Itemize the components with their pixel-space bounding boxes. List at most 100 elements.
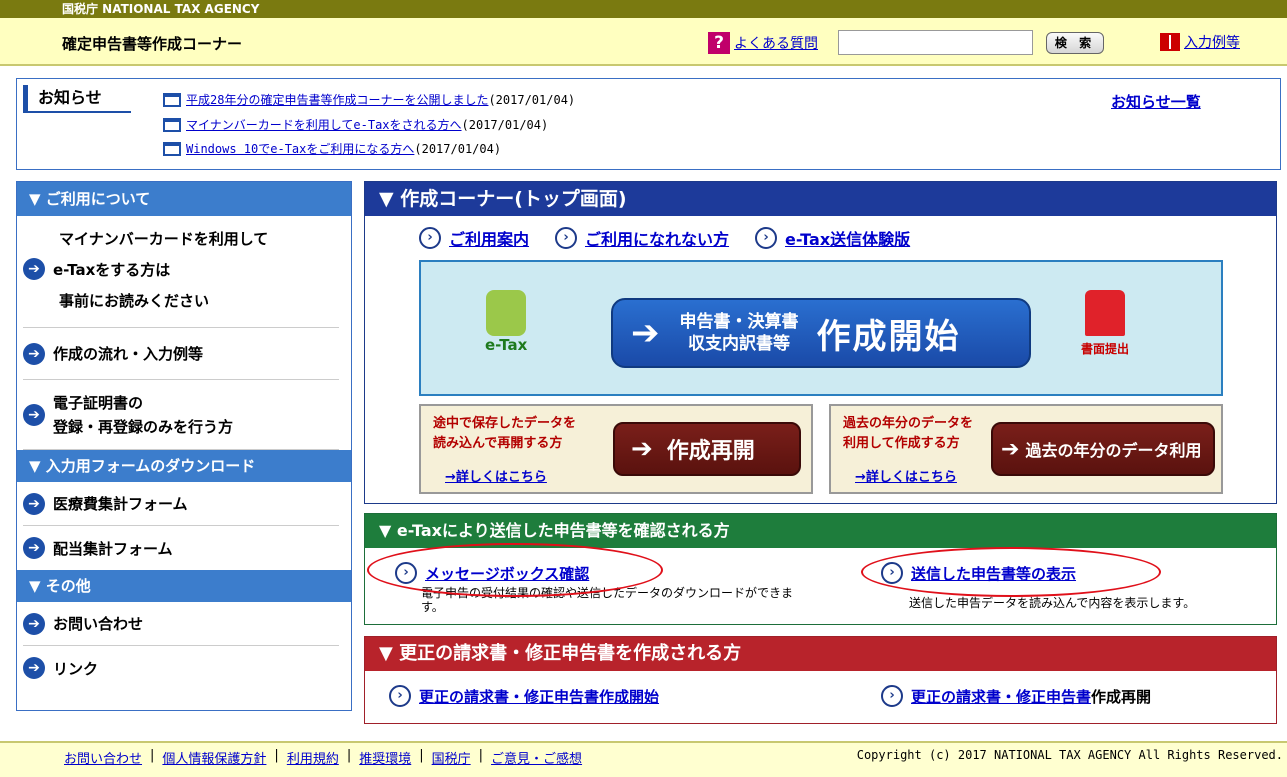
footer-link-environment[interactable]: 推奨環境 (359, 748, 411, 767)
notice-item[interactable]: Windows 10でe-Taxをご利用になる方へ (2017/01/04) (163, 140, 501, 157)
past-more-link[interactable]: →詳しくはこちら (855, 466, 957, 485)
correction-resume-tail: 作成再開 (1091, 687, 1152, 706)
correction-section: ▼ 更正の請求書・修正申告書を作成される方 › 更正の請求書・修正申告書作成開始… (364, 636, 1277, 724)
sidebar-item-contact[interactable]: ➔ お問い合わせ (23, 602, 339, 646)
main-links: › ご利用案内 › ご利用になれない方 › e-Tax送信体験版 (419, 226, 910, 250)
mynumber-line1: マイナンバーカードを利用して (59, 230, 269, 248)
etax-logo: e-Tax (485, 290, 527, 354)
chevron-right-icon: › (389, 685, 411, 707)
cannot-use-link[interactable]: › ご利用になれない方 (555, 226, 729, 250)
resume-button[interactable]: ➔ 作成再開 (613, 422, 801, 476)
resume-label: 作成再開 (666, 439, 755, 464)
chevron-right-icon: › (419, 227, 441, 249)
sidebar-item-label: 医療費集計フォーム (53, 495, 188, 513)
sidebar-item-label: 作成の流れ・入力例等 (53, 345, 204, 363)
sidebar-item-dividend[interactable]: ➔ 配当集計フォーム (23, 526, 339, 570)
resume-desc-line2: 読み込んで再開する方 (433, 436, 563, 451)
faq-link[interactable]: ? よくある質問 (708, 32, 818, 54)
footer-link-privacy[interactable]: 個人情報保護方針 (162, 748, 266, 767)
past-year-button[interactable]: ➔ 過去の年分のデータ利用 (991, 422, 1215, 476)
main-panel: ▼ 作成コーナー(トップ画面) › ご利用案内 › ご利用になれない方 › e-… (364, 181, 1277, 504)
arrow-right-icon: ➔ (23, 342, 45, 365)
trial-link[interactable]: › e-Tax送信体験版 (755, 226, 910, 250)
arrow-right-icon: ➔ (23, 612, 45, 635)
notice-date: (2017/01/04) (414, 141, 502, 156)
cert-line2: 登録・再登録のみを行う方 (53, 417, 234, 436)
book-icon (1160, 33, 1180, 51)
etax-mascot-icon (486, 290, 527, 336)
highlight-oval (861, 547, 1161, 597)
arrow-right-icon: ➔ (631, 434, 653, 464)
search-input[interactable] (838, 30, 1033, 55)
arrow-right-icon: ➔ (23, 537, 45, 559)
sidebar-item-link[interactable]: ➔ リンク (23, 646, 339, 690)
mynumber-line3: 事前にお読みください (59, 292, 210, 310)
mailbox-icon (1085, 290, 1125, 336)
arrow-right-icon: ➔ (1001, 436, 1020, 462)
sidebar-item-medical[interactable]: ➔ 医療費集計フォーム (23, 482, 339, 526)
guide-label[interactable]: ご利用案内 (449, 226, 529, 250)
sidebar-item-flow[interactable]: ➔ 作成の流れ・入力例等 (23, 328, 339, 380)
guide-link[interactable]: › ご利用案内 (419, 226, 529, 250)
document-icon (163, 141, 181, 156)
page-title: 確定申告書等作成コーナー (62, 35, 243, 53)
footer-link-nta[interactable]: 国税庁 (432, 748, 471, 767)
footer-links: お問い合わせ | 個人情報保護方針 | 利用規約 | 推奨環境 | 国税庁 | ご意見・ご… (64, 748, 583, 767)
confirm-section: ▼ e-Taxにより送信した申告書等を確認される方 › メッセージボックス確認 … (364, 513, 1277, 625)
notice-date: (2017/01/04) (461, 117, 549, 132)
agency-bar: 国税庁 NATIONAL TAX AGENCY (0, 0, 1287, 18)
notice-item[interactable]: 平成28年分の確定申告書等作成コーナーを公開しました (2017/01/04) (163, 91, 575, 108)
copyright: Copyright (c) 2017 NATIONAL TAX AGENCY A… (856, 748, 1283, 762)
sidebar-item-label: 配当集計フォーム (53, 539, 173, 558)
question-icon: ? (708, 32, 730, 54)
resume-more-link[interactable]: →詳しくはこちら (445, 466, 547, 485)
notice-link[interactable]: マイナンバーカードを利用してe-Taxをされる方へ (186, 116, 462, 133)
examples-link[interactable]: 入力例等 (1160, 32, 1240, 52)
notice-link[interactable]: 平成28年分の確定申告書等作成コーナーを公開しました (186, 91, 488, 108)
notice-link[interactable]: Windows 10でe-Taxをご利用になる方へ (186, 140, 414, 157)
examples-label[interactable]: 入力例等 (1184, 32, 1240, 52)
mynumber-line2: e-Taxをする方は (53, 260, 171, 279)
faq-label[interactable]: よくある質問 (734, 33, 818, 53)
footer-link-contact[interactable]: お問い合わせ (64, 748, 142, 767)
correction-start-label[interactable]: 更正の請求書・修正申告書作成開始 (419, 686, 659, 707)
sent-documents-desc: 送信した申告データを読み込んで内容を表示します。 (909, 596, 1196, 610)
start-label: 作成開始 (816, 316, 961, 357)
notice-box: お知らせ 平成28年分の確定申告書等作成コーナーを公開しました (2017/01… (16, 78, 1281, 170)
notice-label: お知らせ (23, 85, 131, 113)
highlight-oval (367, 543, 663, 597)
start-banner: e-Tax ➔ 申告書・決算書 収支内訳書等 作成開始 書面提出 (419, 260, 1223, 396)
paper-submission-logo: 書面提出 (1081, 290, 1129, 357)
correction-resume-label[interactable]: 更正の請求書・修正申告書 (911, 686, 1091, 707)
arrow-right-icon: ➔ (23, 657, 45, 679)
correction-start-link[interactable]: › 更正の請求書・修正申告書作成開始 (389, 685, 659, 707)
footer-link-feedback[interactable]: ご意見・ご感想 (491, 748, 582, 767)
sidebar-item-label: リンク (53, 659, 99, 678)
main-head: ▼ 作成コーナー(トップ画面) (365, 182, 1276, 216)
search-button[interactable]: 検 索 (1046, 32, 1104, 54)
header: 確定申告書等作成コーナー ? よくある質問 検 索 入力例等 (0, 18, 1287, 66)
sidebar-item-label: お問い合わせ (53, 615, 144, 633)
sidebar: ▼ ご利用について マイナンバーカードを利用して ➔ e-Taxをする方は 事前… (16, 181, 352, 711)
cannot-use-label[interactable]: ご利用になれない方 (585, 226, 729, 250)
notice-all-link[interactable]: お知らせ一覧 (1111, 91, 1201, 112)
start-button[interactable]: ➔ 申告書・決算書 収支内訳書等 作成開始 (611, 298, 1031, 368)
document-icon (163, 117, 181, 132)
sidebar-item-certificate[interactable]: ➔ 電子証明書の 登録・再登録のみを行う方 (23, 380, 339, 450)
trial-label[interactable]: e-Tax送信体験版 (785, 226, 910, 250)
correction-resume-link[interactable]: › 更正の請求書・修正申告書 作成再開 (881, 685, 1151, 707)
notice-item[interactable]: マイナンバーカードを利用してe-Taxをされる方へ (2017/01/04) (163, 116, 548, 133)
chevron-right-icon: › (555, 227, 578, 249)
resume-desc-line1: 途中で保存したデータを (433, 416, 577, 431)
sidebar-download-head: ▼ 入力用フォームのダウンロード (17, 450, 351, 482)
correction-head: ▼ 更正の請求書・修正申告書を作成される方 (365, 637, 1276, 671)
footer-link-terms[interactable]: 利用規約 (287, 748, 339, 767)
sidebar-usage-head: ▼ ご利用について (17, 182, 351, 216)
arrow-right-icon: ➔ (23, 492, 45, 515)
sidebar-item-mynumber[interactable]: マイナンバーカードを利用して ➔ e-Taxをする方は 事前にお読みください (23, 216, 339, 328)
footer: お問い合わせ | 個人情報保護方針 | 利用規約 | 推奨環境 | 国税庁 | ご意見・ご… (0, 741, 1287, 777)
resume-box: 途中で保存したデータを 読み込んで再開する方 →詳しくはこちら ➔ 作成再開 (419, 404, 813, 494)
arrow-right-icon: ➔ (23, 258, 45, 280)
notice-date: (2017/01/04) (488, 92, 576, 107)
past-desc-line2: 利用して作成する方 (843, 436, 960, 451)
